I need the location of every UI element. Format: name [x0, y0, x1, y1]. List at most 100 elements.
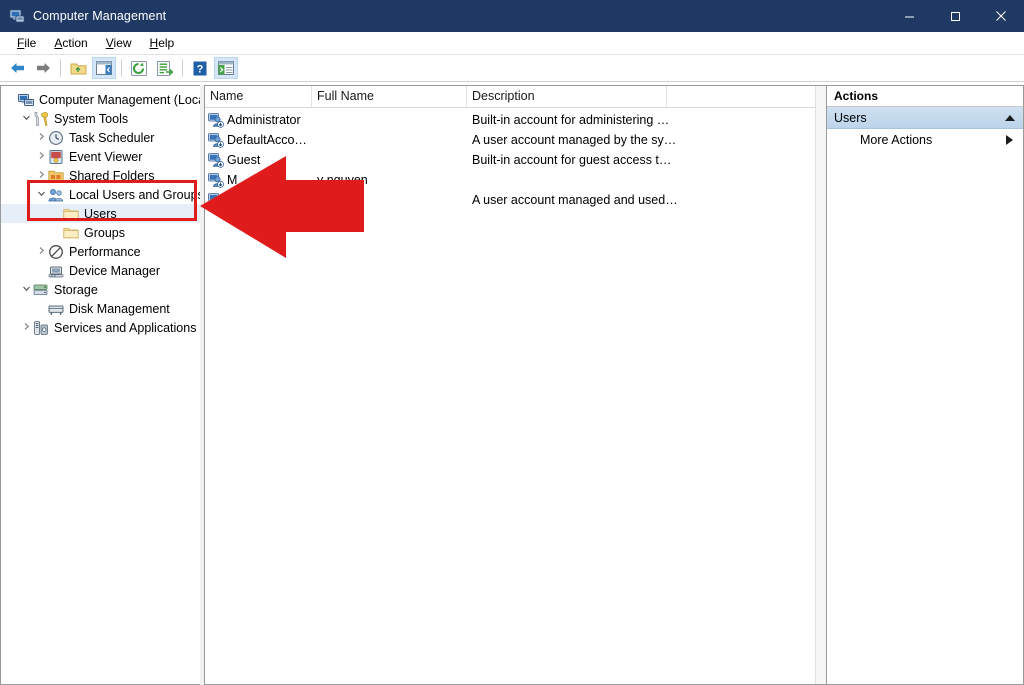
folder-icon [63, 225, 79, 241]
action-more-actions[interactable]: More Actions [827, 129, 1023, 151]
show-action-pane-icon[interactable] [214, 57, 238, 79]
console-tree: Computer Management (Local) System Tools T… [1, 86, 200, 337]
actions-section-users[interactable]: Users [827, 107, 1023, 129]
list-vertical-scrollbar[interactable] [815, 86, 826, 684]
device-manager-icon [48, 263, 64, 279]
tree-node-task-scheduler[interactable]: Task Scheduler [1, 128, 200, 147]
cell-description: A user account managed and used… [472, 193, 678, 207]
cell-name [205, 192, 312, 208]
column-header-name[interactable]: Name [205, 86, 312, 107]
menu-file[interactable]: File [8, 34, 45, 52]
tree-node-device-manager[interactable]: Device Manager [1, 261, 200, 280]
tree-node-label: Device Manager [69, 263, 161, 278]
maximize-icon[interactable] [932, 0, 978, 32]
tree-node-label: Task Scheduler [69, 130, 155, 145]
actions-pane: Actions Users More Actions [827, 85, 1024, 685]
system-tools-icon [33, 111, 49, 127]
cell-name: M [205, 172, 312, 188]
users-list-pane: Name Full Name Description Administrator… [204, 85, 827, 685]
tree-node-system-tools[interactable]: System Tools [1, 109, 200, 128]
tree-node-event-viewer[interactable]: Event Viewer [1, 147, 200, 166]
table-row[interactable]: Guest Built-in account for guest access t… [205, 150, 826, 170]
tree-node-storage[interactable]: Storage [1, 280, 200, 299]
cell-name: Administrator [205, 112, 312, 128]
actions-section-label: Users [834, 110, 867, 125]
column-header-description[interactable]: Description [467, 86, 667, 107]
chevron-down-icon[interactable] [19, 284, 33, 295]
list-rows: Administrator Built-in account for admini… [205, 108, 826, 210]
chevron-right-icon[interactable] [19, 322, 33, 333]
user-account-icon [208, 132, 224, 148]
chevron-right-icon[interactable] [34, 151, 48, 162]
cell-name-label: DefaultAcco… [227, 133, 307, 147]
table-row[interactable]: Administrator Built-in account for admini… [205, 110, 826, 130]
tree-node-label: Users [84, 206, 117, 221]
cell-description: A user account managed by the sy… [472, 133, 677, 147]
tree-node-label: Local Users and Groups [69, 187, 200, 202]
tree-node-groups[interactable]: Groups [1, 223, 200, 242]
up-folder-icon[interactable] [66, 57, 90, 79]
refresh-icon[interactable] [127, 57, 151, 79]
tree-node-disk-management[interactable]: Disk Management [1, 299, 200, 318]
cell-name-label: Administrator [227, 113, 301, 127]
tree-node-label: Groups [84, 225, 125, 240]
menu-action[interactable]: Action [45, 34, 96, 52]
tree-node-label: Computer Management (Local) [39, 92, 200, 107]
clock-icon [48, 130, 64, 146]
chevron-right-icon [1006, 135, 1013, 145]
toolbar-separator [182, 59, 183, 77]
collapse-arrow-icon[interactable] [1005, 114, 1015, 121]
cell-name-label: Guest [227, 153, 261, 167]
tree-node-label: Shared Folders [69, 168, 155, 183]
menu-view[interactable]: View [97, 34, 141, 52]
close-icon[interactable] [978, 0, 1024, 32]
chevron-right-icon[interactable] [34, 170, 48, 181]
toolbar-separator [60, 59, 61, 77]
forward-icon[interactable] [31, 57, 55, 79]
tree-node-shared-folders[interactable]: Shared Folders [1, 166, 200, 185]
table-row[interactable]: DefaultAcco… A user account managed by th… [205, 130, 826, 150]
list-header: Name Full Name Description [205, 86, 826, 108]
tree-node-label: System Tools [54, 111, 129, 126]
show-hide-tree-icon[interactable] [92, 57, 116, 79]
tree-node-local-users-and-groups[interactable]: Local Users and Groups [1, 185, 200, 204]
cell-name-label: M [227, 173, 238, 187]
storage-icon [33, 282, 49, 298]
column-header-filler [667, 86, 826, 107]
chevron-down-icon[interactable] [34, 189, 48, 200]
shared-folders-icon [48, 168, 64, 184]
chevron-right-icon[interactable] [34, 246, 48, 257]
window-title: Computer Management [33, 9, 167, 23]
user-account-icon [208, 152, 224, 168]
window-controls [886, 0, 1024, 32]
user-account-icon [208, 172, 224, 188]
user-account-icon [208, 192, 224, 208]
back-icon[interactable] [5, 57, 29, 79]
actions-pane-title: Actions [827, 86, 1023, 107]
tree-node-computer-management-local[interactable]: Computer Management (Local) [1, 90, 200, 109]
tree-node-services-and-applications[interactable]: Services and Applications [1, 318, 200, 337]
help-icon[interactable]: ? [188, 57, 212, 79]
chevron-right-icon[interactable] [34, 132, 48, 143]
chevron-down-icon[interactable] [19, 113, 33, 124]
local-users-groups-icon [48, 187, 64, 203]
computer-management-icon [9, 8, 25, 24]
main-panes: Computer Management (Local) System Tools T… [0, 85, 1024, 685]
tree-node-performance[interactable]: Performance [1, 242, 200, 261]
folder-icon [63, 206, 79, 222]
svg-text:?: ? [197, 63, 204, 75]
table-row[interactable]: A user account managed and used… [205, 190, 826, 210]
table-row[interactable]: My nguyen [205, 170, 826, 190]
export-list-icon[interactable] [153, 57, 177, 79]
performance-icon [48, 244, 64, 260]
menu-help[interactable]: Help [141, 34, 184, 52]
services-icon [33, 320, 49, 336]
toolbar: ? [0, 55, 1024, 82]
tree-node-label: Event Viewer [69, 149, 143, 164]
tree-node-users[interactable]: Users [1, 204, 200, 223]
column-header-full-name[interactable]: Full Name [312, 86, 467, 107]
cell-description: Built-in account for guest access t… [472, 153, 672, 167]
tree-node-label: Storage [54, 282, 98, 297]
console-tree-pane: Computer Management (Local) System Tools T… [0, 85, 200, 685]
minimize-icon[interactable] [886, 0, 932, 32]
